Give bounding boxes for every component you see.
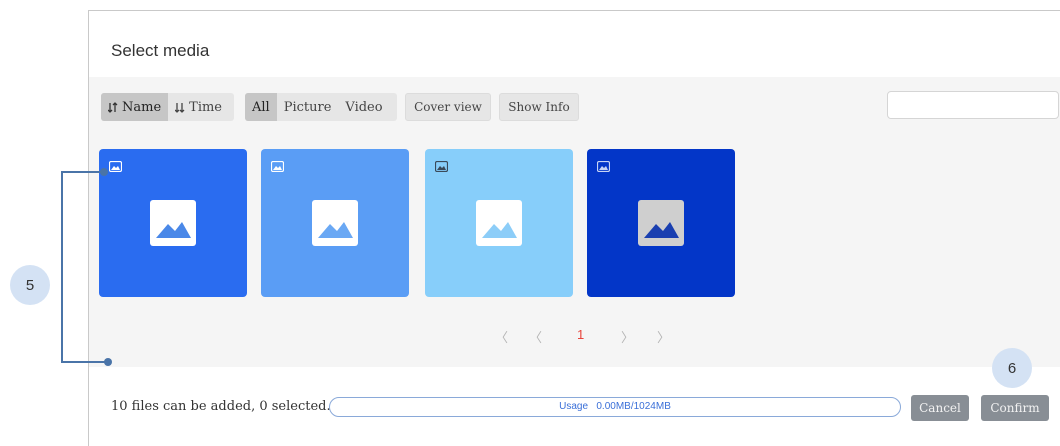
media-browser: Name Time All Picture Video Cover view S… (89, 77, 1060, 367)
filter-picture-button[interactable]: Picture (277, 93, 339, 121)
next-page-button[interactable]: 〉 (621, 327, 634, 346)
show-info-button[interactable]: Show Info (499, 93, 579, 121)
callout-5-dot-bottom (104, 358, 112, 366)
callout-5-line-top (62, 171, 102, 173)
sort-by-time-button[interactable]: Time (168, 93, 229, 121)
cancel-button[interactable]: Cancel (911, 395, 969, 421)
select-media-dialog: Select media Name Time All Picture Video… (88, 10, 1060, 446)
cover-view-button[interactable]: Cover view (405, 93, 491, 121)
first-page-button[interactable]: 〈 (495, 327, 508, 346)
sort-icon (175, 102, 185, 113)
callout-5-line-bottom (62, 361, 106, 363)
media-card[interactable] (587, 149, 735, 297)
sort-time-label: Time (189, 99, 223, 115)
media-card[interactable] (425, 149, 573, 297)
filter-all-label: All (252, 99, 270, 115)
pagination: 〈 〈 1 〉 〉 (89, 327, 1060, 345)
confirm-button[interactable]: Confirm (981, 395, 1049, 421)
storage-usage-bar: Usage 0.00MB/1024MB (329, 397, 901, 417)
sort-by-name-button[interactable]: Name (101, 93, 169, 121)
search-input[interactable] (887, 91, 1059, 119)
callout-badge-6: 6 (992, 348, 1032, 388)
image-type-icon (109, 161, 122, 172)
filter-all-button[interactable]: All (245, 93, 277, 121)
sort-toggle: Name Time (101, 93, 234, 121)
filter-video-button[interactable]: Video (338, 93, 389, 121)
image-icon (312, 200, 358, 246)
image-icon (638, 200, 684, 246)
image-type-icon (597, 161, 610, 172)
image-icon (476, 200, 522, 246)
usage-label: Usage (559, 401, 589, 412)
callout-badge-5: 5 (10, 265, 50, 305)
prev-page-button[interactable]: 〈 (529, 327, 542, 346)
image-type-icon (435, 161, 448, 172)
image-type-icon (271, 161, 284, 172)
filter-video-label: Video (345, 99, 383, 115)
callout-5-line-vertical (61, 171, 63, 363)
usage-text: Usage 0.00MB/1024MB (330, 401, 900, 412)
media-card[interactable] (99, 149, 247, 297)
page-number-current[interactable]: 1 (577, 327, 584, 342)
filter-picture-label: Picture (283, 99, 332, 115)
sort-icon (108, 101, 118, 113)
usage-value: 0.00MB/1024MB (596, 401, 671, 412)
selection-status: 10 files can be added, 0 selected. (111, 399, 331, 414)
dialog-title: Select media (111, 41, 210, 60)
image-icon (150, 200, 196, 246)
sort-name-label: Name (122, 99, 162, 115)
media-card[interactable] (261, 149, 409, 297)
callout-5-dot-top (100, 168, 108, 176)
media-type-filter: All Picture Video (245, 93, 397, 121)
last-page-button[interactable]: 〉 (657, 327, 670, 346)
